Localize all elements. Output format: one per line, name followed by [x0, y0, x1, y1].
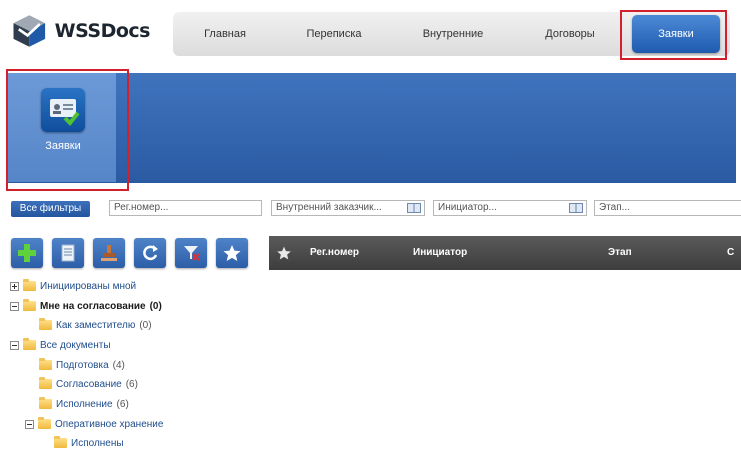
folder-icon	[23, 279, 36, 291]
folder-icon	[39, 397, 52, 409]
column-reg-number[interactable]: Рег.номер	[310, 247, 359, 258]
folder-icon	[38, 417, 51, 429]
nav-item-correspondence[interactable]: Переписка	[287, 12, 381, 56]
folder-icon	[39, 318, 52, 330]
internal-customer-filter[interactable]: Внутренний заказчик...	[271, 200, 425, 216]
top-navigation: Главная Переписка Внутренние Договоры За…	[173, 12, 730, 56]
tree-item-count: (6)	[125, 378, 138, 390]
plus-icon	[18, 244, 36, 262]
collapse-icon[interactable]	[10, 340, 19, 350]
folder-icon	[54, 436, 67, 448]
tree-item-executed[interactable]: Исполнены	[54, 436, 124, 450]
grid-header: Рег.номер Инициатор Этап С	[269, 236, 741, 270]
tree-item-count: (6)	[116, 398, 129, 410]
internal-customer-placeholder: Внутренний заказчик...	[276, 202, 382, 213]
tree-item-for-approval[interactable]: Мне на согласование (0)	[10, 299, 162, 313]
nav-item-contracts[interactable]: Договоры	[525, 12, 615, 56]
nav-item-internal[interactable]: Внутренние	[403, 12, 503, 56]
tree-item-as-deputy[interactable]: Как заместителю (0)	[39, 318, 152, 332]
tree-item-execution[interactable]: Исполнение (6)	[39, 397, 129, 411]
app-name: WSSDocs	[54, 20, 151, 42]
logo-cube-icon	[13, 15, 46, 47]
approve-stamp-button[interactable]	[93, 238, 125, 268]
column-truncated[interactable]: С	[727, 247, 734, 258]
folder-icon	[23, 299, 36, 311]
stage-filter[interactable]: Этап...	[594, 200, 741, 216]
tree-item-label: Исполнены	[71, 437, 124, 449]
tree-item-label: Как заместителю	[56, 319, 136, 331]
refresh-icon	[143, 245, 158, 261]
refresh-button[interactable]	[134, 238, 166, 268]
collapse-icon[interactable]	[25, 419, 34, 429]
open-document-button[interactable]	[52, 238, 84, 268]
clear-filter-button[interactable]	[175, 238, 207, 268]
requests-card-icon	[41, 88, 85, 132]
folder-icon	[39, 377, 52, 389]
star-column-icon[interactable]	[276, 245, 292, 261]
address-book-icon[interactable]	[407, 203, 421, 213]
folder-icon	[39, 358, 52, 370]
tree-item-label: Мне на согласование	[40, 300, 146, 312]
tree-item-initiated-by-me[interactable]: Инициированы мной	[10, 279, 136, 293]
reg-number-filter[interactable]: Рег.номер...	[109, 200, 262, 216]
tree-item-label: Инициированы мной	[40, 280, 137, 292]
tree-item-count: (0)	[139, 319, 152, 331]
nav-item-home[interactable]: Главная	[185, 12, 265, 56]
tree-item-label: Оперативное хранение	[55, 418, 164, 430]
initiator-filter[interactable]: Инициатор...	[433, 200, 587, 216]
tree-item-label: Исполнение	[56, 398, 113, 410]
tree-item-count: (4)	[112, 359, 125, 371]
tree-item-label: Подготовка	[56, 359, 109, 371]
folder-icon	[23, 338, 36, 350]
favorites-button[interactable]	[216, 238, 248, 268]
tree-item-operational-storage[interactable]: Оперативное хранение	[25, 417, 163, 431]
tree-item-label: Все документы	[40, 339, 111, 351]
app-logo[interactable]: WSSDocs	[10, 8, 151, 54]
star-icon	[223, 245, 241, 261]
tree-item-label: Согласование	[56, 378, 122, 390]
expand-icon[interactable]	[10, 281, 19, 291]
tree-item-count: (0)	[149, 300, 162, 312]
requests-tile-label: Заявки	[45, 140, 81, 152]
stamp-icon	[101, 245, 117, 261]
tree-item-approval[interactable]: Согласование (6)	[39, 377, 138, 391]
initiator-placeholder: Инициатор...	[438, 202, 497, 213]
collapse-icon[interactable]	[10, 301, 19, 311]
column-stage[interactable]: Этап	[608, 247, 632, 258]
filter-clear-icon	[184, 246, 200, 261]
nav-item-requests[interactable]: Заявки	[632, 15, 720, 53]
column-initiator[interactable]: Инициатор	[413, 247, 467, 258]
tree-item-preparation[interactable]: Подготовка (4)	[39, 358, 125, 372]
tree-item-all-documents[interactable]: Все документы	[10, 338, 111, 352]
create-button[interactable]	[11, 238, 43, 268]
address-book-icon[interactable]	[569, 203, 583, 213]
document-icon	[61, 244, 75, 262]
all-filters-button[interactable]: Все фильтры	[11, 201, 90, 217]
